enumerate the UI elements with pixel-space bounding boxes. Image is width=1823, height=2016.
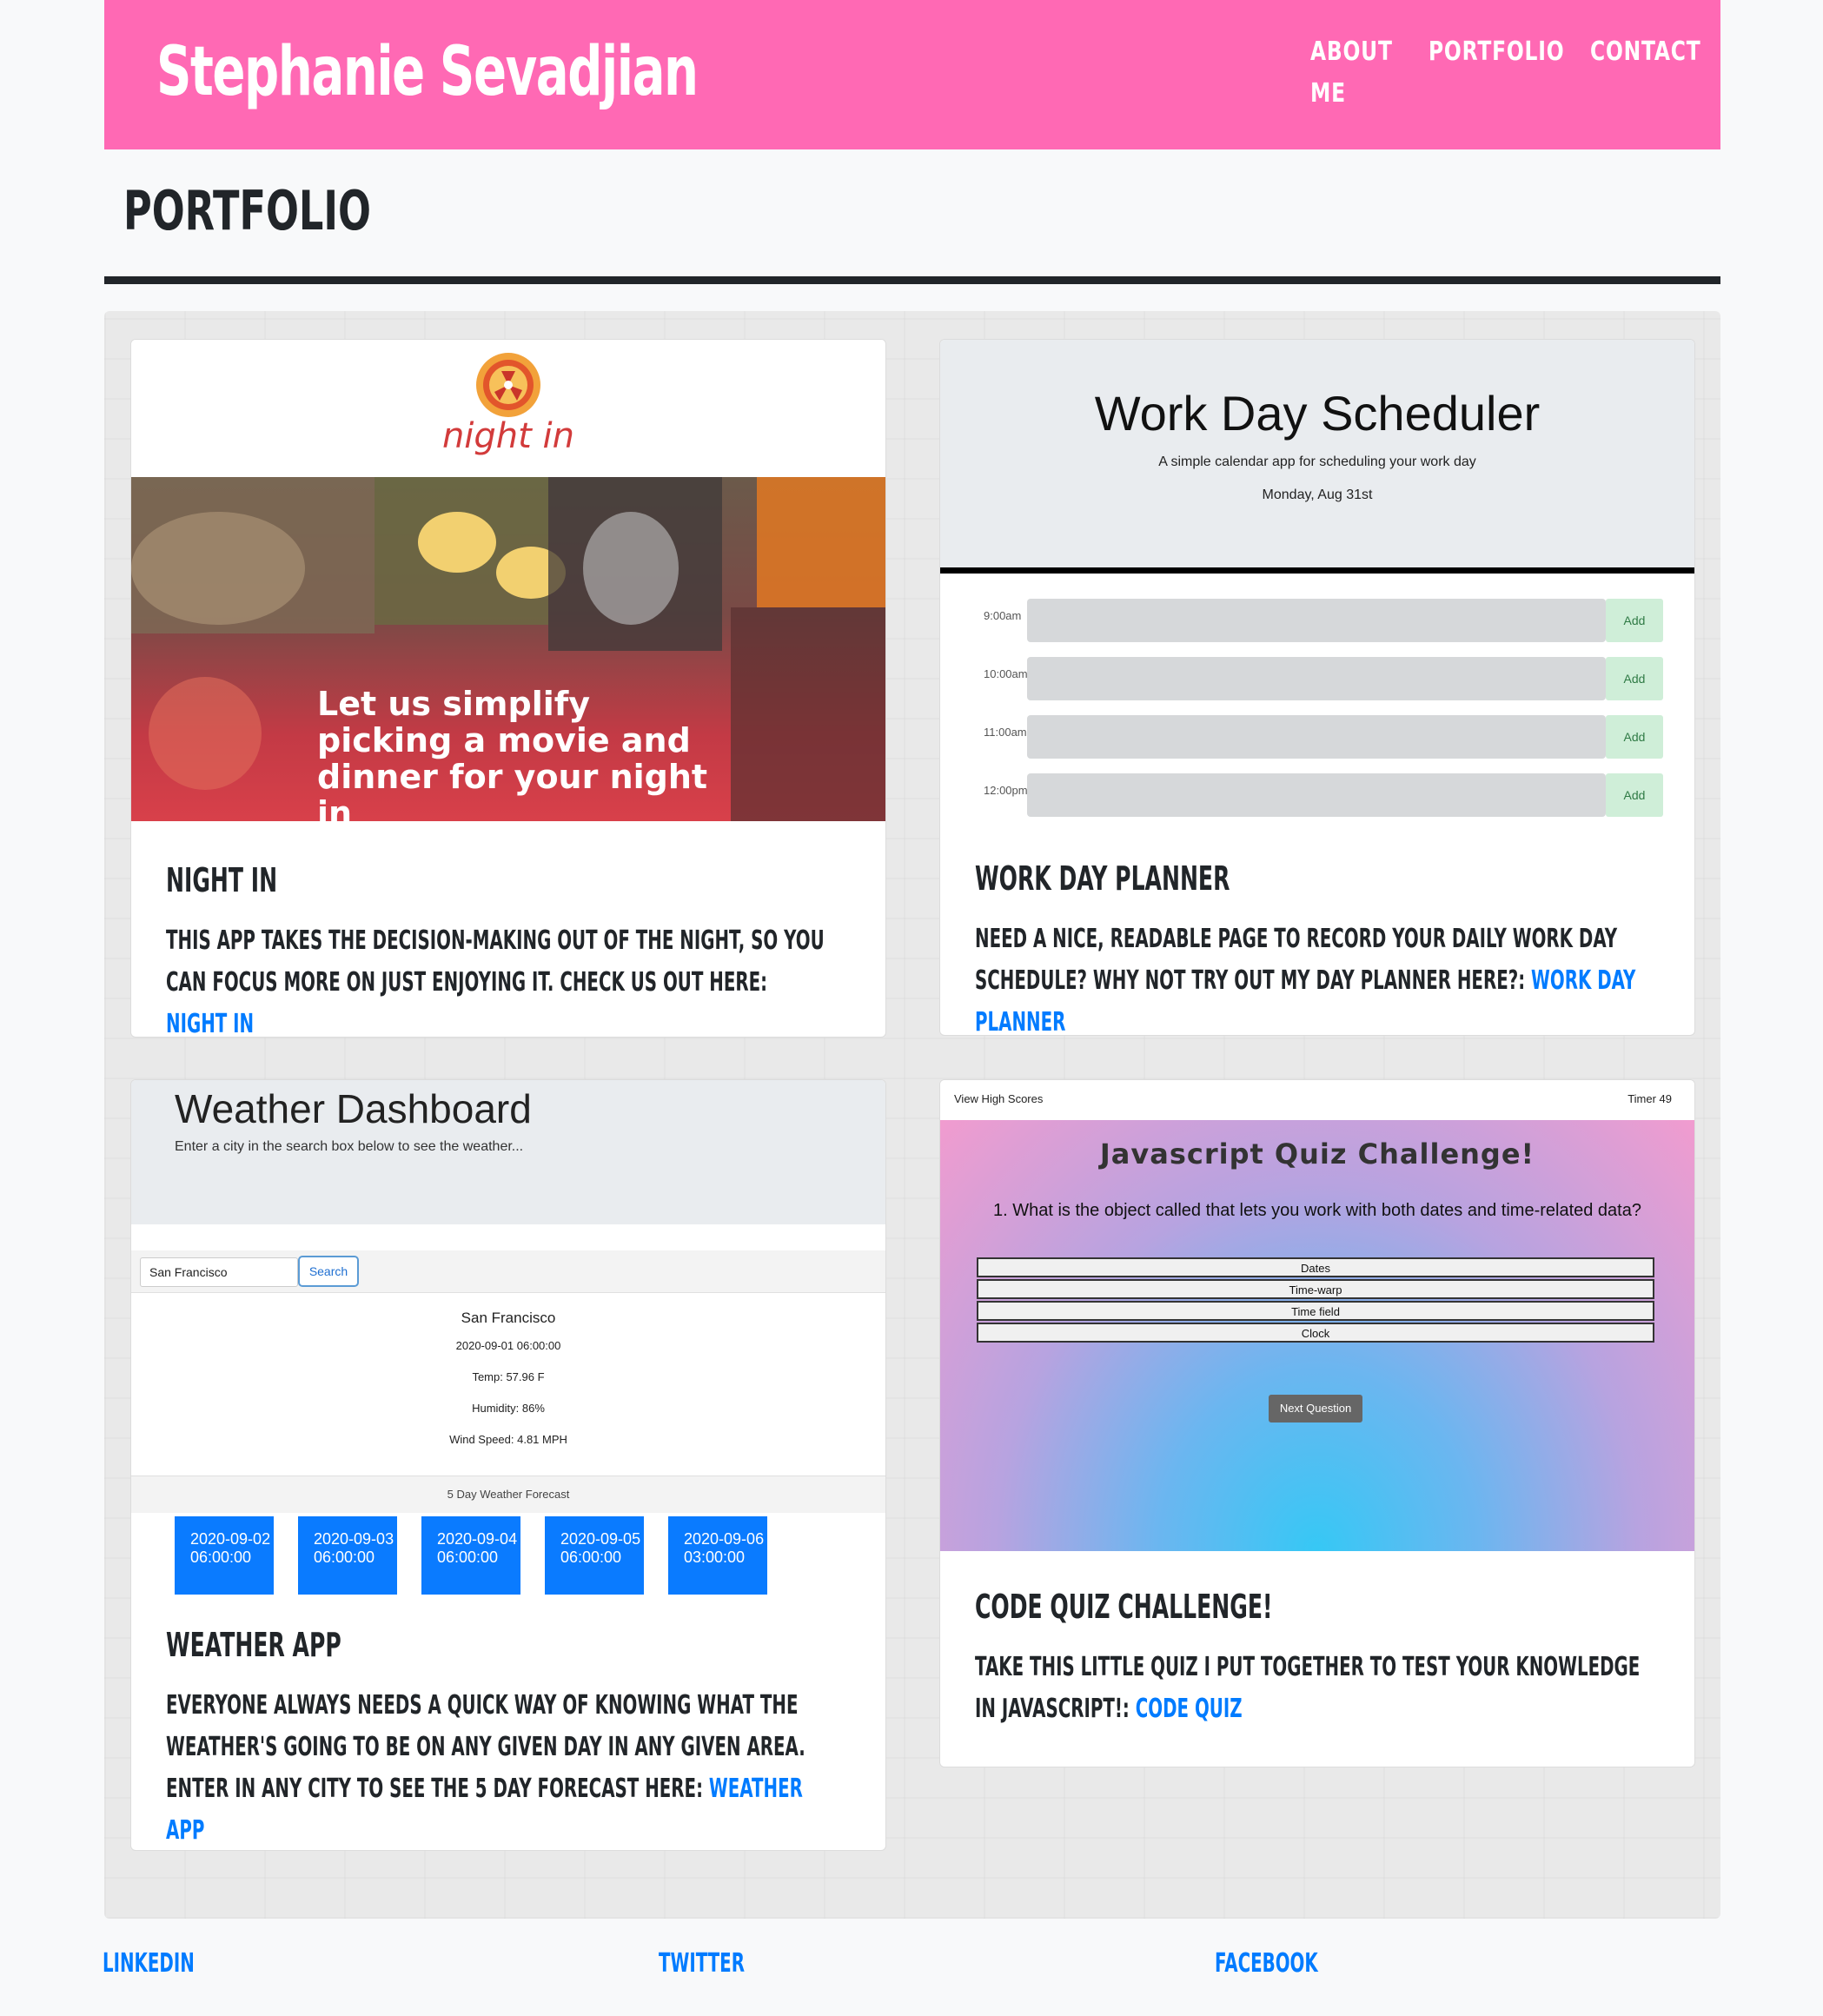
quiz-option[interactable]: Dates	[977, 1257, 1654, 1277]
weather-city: San Francisco	[461, 1310, 556, 1326]
card-description-text: Need a nice, readable page to record you…	[975, 924, 1618, 996]
add-button[interactable]: Add	[1606, 773, 1663, 817]
schedule-time: 11:00am	[984, 726, 1027, 739]
nav-contact[interactable]: Contact	[1590, 31, 1701, 73]
card-title: Work Day Planner	[975, 859, 1230, 898]
forecast-day: 2020-09-06 03:00:00	[668, 1516, 767, 1595]
add-button[interactable]: Add	[1606, 657, 1663, 700]
card-title: Night In	[166, 861, 278, 899]
card-description: This app takes the decision-making out o…	[166, 920, 832, 1037]
night-in-preview-header: night in	[131, 340, 885, 477]
footer-linkedin-link[interactable]: LinkedIn	[103, 1948, 195, 1979]
schedule-row: 9:00am Add	[984, 599, 1670, 642]
code-quiz-link[interactable]: Code Quiz	[1136, 1694, 1243, 1724]
scheduler-heading: Work Day Scheduler	[1094, 386, 1541, 441]
card-title: Code Quiz Challenge!	[975, 1588, 1273, 1626]
card-title: Weather App	[166, 1626, 341, 1664]
site-brand[interactable]: Stephanie Sevadjian	[156, 33, 699, 111]
scheduler-date: Monday, Aug 31st	[1262, 487, 1373, 502]
next-question-button[interactable]: Next Question	[1269, 1395, 1362, 1422]
weather-preview-header: Weather Dashboard Enter a city in the se…	[131, 1080, 885, 1224]
scheduler-preview-header: Work Day Scheduler A simple calendar app…	[940, 340, 1694, 574]
schedule-time: 9:00am	[984, 609, 1022, 622]
footer-facebook-link[interactable]: Facebook	[1215, 1948, 1318, 1979]
schedule-row: 11:00am Add	[984, 715, 1670, 759]
quiz-question: 1. What is the object called that lets y…	[993, 1201, 1641, 1220]
forecast-day: 2020-09-05 06:00:00	[545, 1516, 644, 1595]
forecast-day: 2020-09-03 06:00:00	[298, 1516, 397, 1595]
weather-search-bar: San Francisco Search	[131, 1250, 885, 1293]
quiz-heading: Javascript Quiz Challenge!	[1099, 1137, 1535, 1170]
page-title: Portfolio	[123, 179, 371, 242]
card-description: Take this little quiz I put together to …	[975, 1647, 1641, 1730]
schedule-row: 12:00pm Add	[984, 773, 1670, 817]
quiz-timer: Timer 49	[1627, 1092, 1672, 1105]
quiz-option[interactable]: Time field	[977, 1301, 1654, 1321]
add-button[interactable]: Add	[1606, 599, 1663, 642]
schedule-time: 12:00pm	[984, 784, 1028, 797]
footer-twitter-link[interactable]: Twitter	[659, 1948, 745, 1979]
night-in-hero-image: Let us simplify picking a movie and dinn…	[131, 477, 885, 821]
card-description: Everyone always needs a quick way of kno…	[166, 1685, 832, 1850]
weather-wind: Wind Speed: 4.81 MPH	[449, 1433, 567, 1446]
card-description-text: This app takes the decision-making out o…	[166, 925, 825, 998]
schedule-input[interactable]	[1027, 773, 1606, 817]
card-description-text: Take this little quiz I put together to …	[975, 1652, 1641, 1724]
project-card-code-quiz: View High Scores Timer 49 Javascript Qui…	[939, 1079, 1695, 1767]
title-divider	[104, 276, 1720, 284]
nav-portfolio[interactable]: Portfolio	[1429, 31, 1564, 73]
project-card-work-day-planner: Work Day Scheduler A simple calendar app…	[939, 339, 1695, 1036]
city-search-input[interactable]: San Francisco	[140, 1257, 298, 1287]
schedule-row: 10:00am Add	[984, 657, 1670, 700]
schedule-input[interactable]	[1027, 715, 1606, 759]
night-in-hero-text: Let us simplify picking a movie and dinn…	[317, 685, 708, 821]
weather-subtitle: Enter a city in the search box below to …	[175, 1139, 524, 1154]
project-card-night-in: night in Let us simplify picking a movie…	[130, 339, 886, 1038]
night-in-link[interactable]: Night In	[166, 1009, 254, 1037]
weather-temp: Temp: 57.96 F	[472, 1370, 545, 1383]
scheduler-subtitle: A simple calendar app for scheduling you…	[1158, 454, 1476, 469]
quiz-option[interactable]: Clock	[977, 1323, 1654, 1343]
night-in-wordmark: night in	[441, 416, 575, 456]
add-button[interactable]: Add	[1606, 715, 1663, 759]
project-card-weather-app: Weather Dashboard Enter a city in the se…	[130, 1079, 886, 1851]
site-header: Stephanie Sevadjian About Me Portfolio C…	[104, 0, 1720, 149]
forecast-day: 2020-09-02 06:00:00	[175, 1516, 274, 1595]
weather-heading: Weather Dashboard	[175, 1086, 532, 1131]
card-description: Need a nice, readable page to record you…	[975, 918, 1641, 1035]
nav-about-me[interactable]: About Me	[1310, 31, 1392, 115]
quiz-preview-topbar: View High Scores Timer 49	[940, 1080, 1694, 1120]
weather-datetime: 2020-09-01 06:00:00	[455, 1339, 561, 1352]
forecast-day: 2020-09-04 06:00:00	[421, 1516, 520, 1595]
quiz-option[interactable]: Time-warp	[977, 1279, 1654, 1299]
pizza-logo-icon	[476, 353, 540, 417]
view-high-scores-link[interactable]: View High Scores	[954, 1092, 1043, 1105]
weather-humidity: Humidity: 86%	[472, 1402, 545, 1415]
forecast-label: 5 Day Weather Forecast	[131, 1476, 885, 1513]
quiz-preview-body: Javascript Quiz Challenge! 1. What is th…	[940, 1120, 1694, 1551]
schedule-input[interactable]	[1027, 599, 1606, 642]
search-button[interactable]: Search	[298, 1256, 359, 1287]
schedule-time: 10:00am	[984, 667, 1028, 680]
schedule-input[interactable]	[1027, 657, 1606, 700]
